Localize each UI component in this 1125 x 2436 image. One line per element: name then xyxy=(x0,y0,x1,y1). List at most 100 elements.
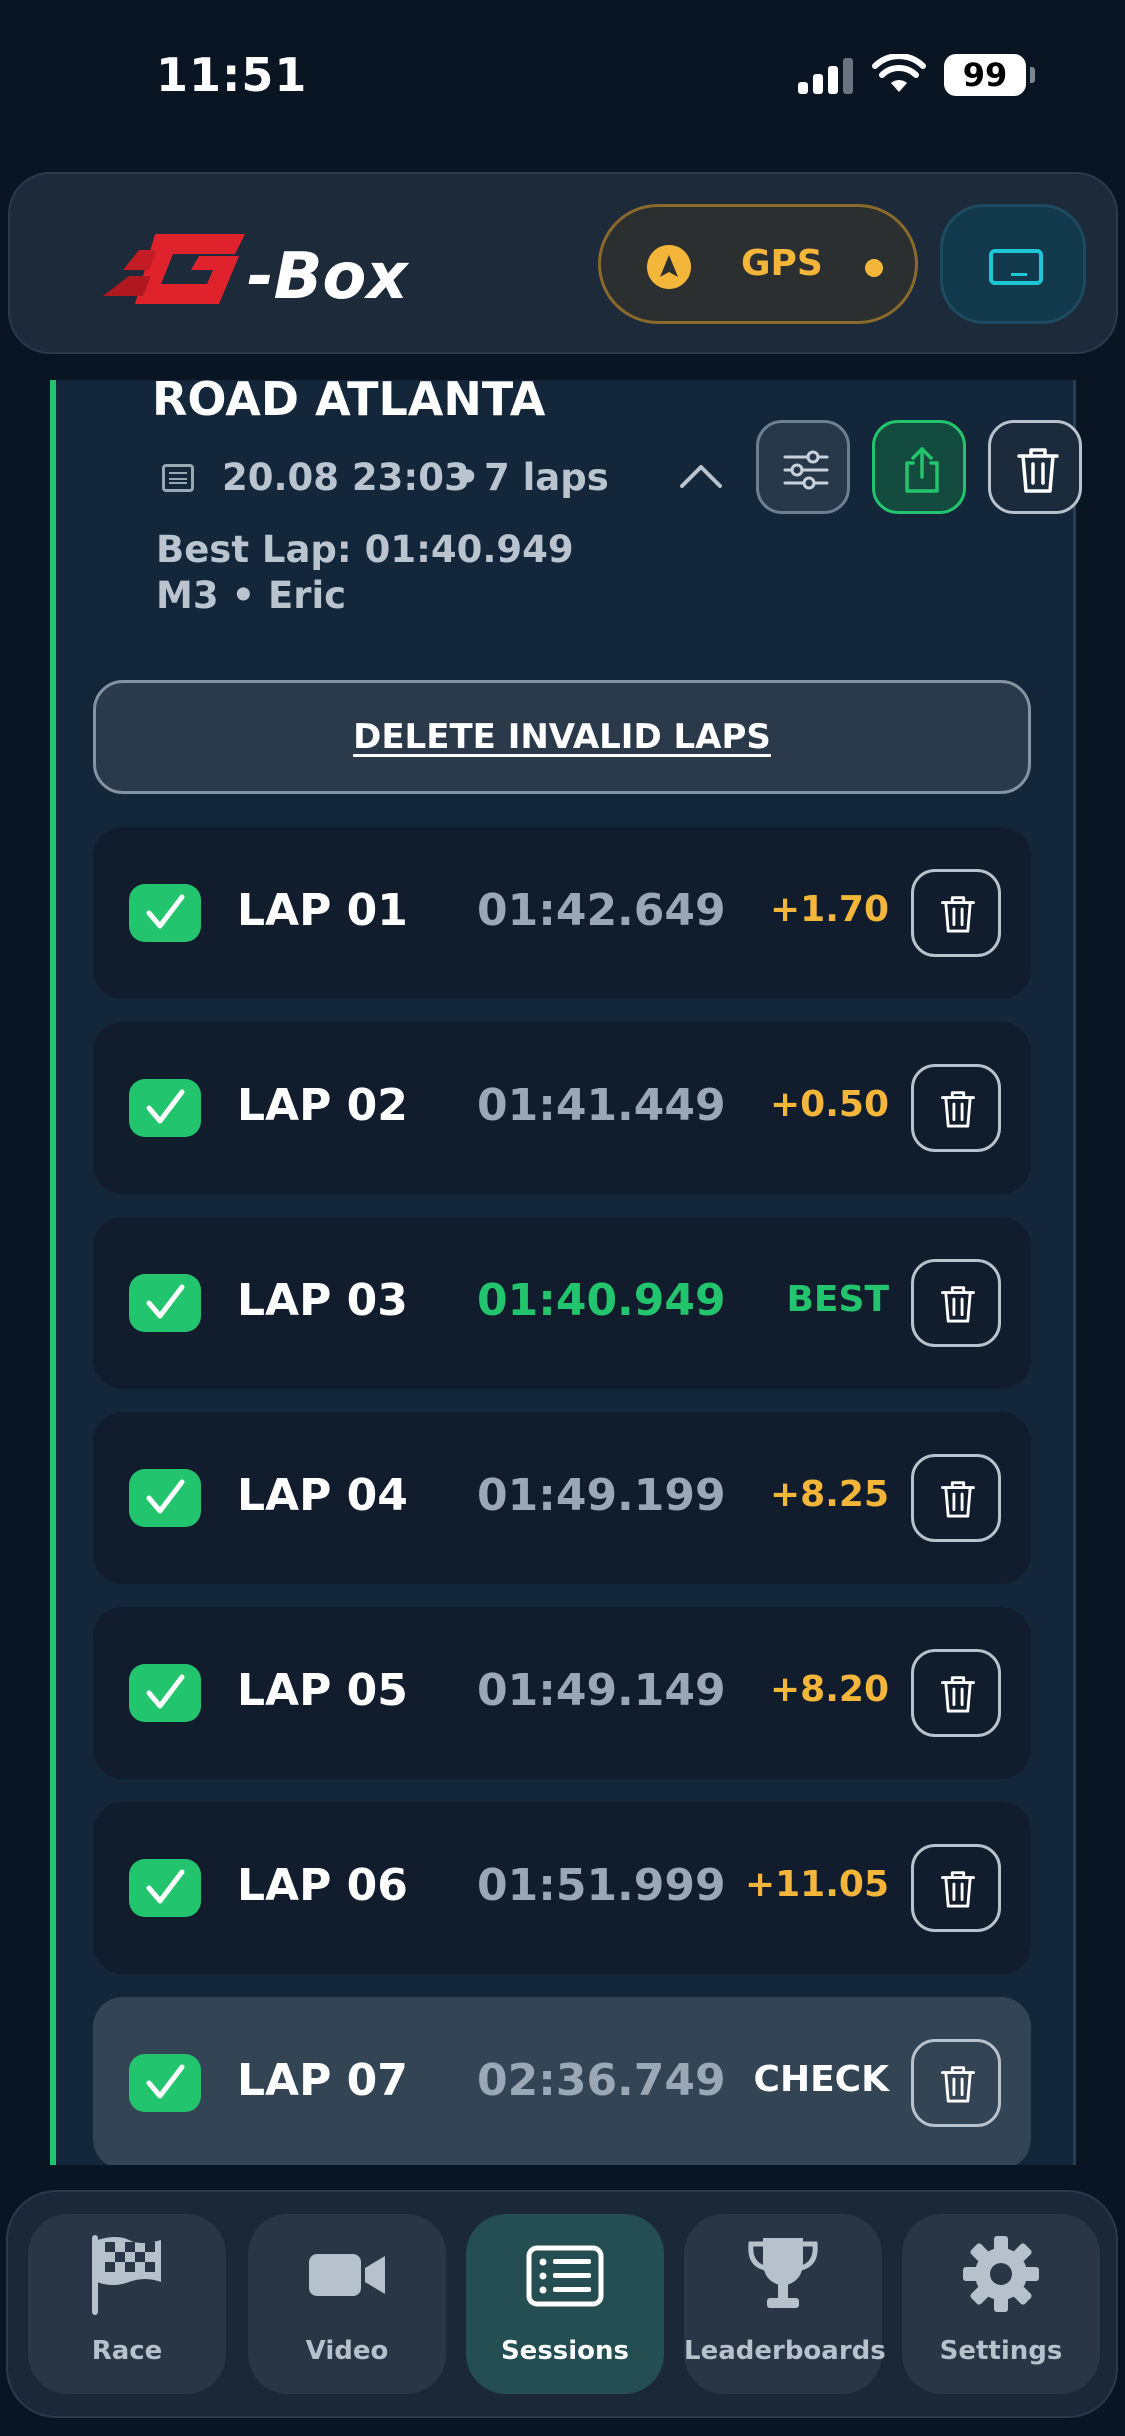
gbox-logo: -Box xyxy=(103,234,409,314)
lap-time: 01:51.999 xyxy=(477,1860,726,1911)
track-name: ROAD ATLANTA xyxy=(152,380,546,426)
lap-checkbox[interactable] xyxy=(129,1664,201,1722)
tab-race-label: Race xyxy=(91,2336,163,2366)
lap-row[interactable]: LAP 01 01:42.649 +1.70 xyxy=(93,827,1031,999)
device-button[interactable] xyxy=(940,204,1086,324)
wifi-icon xyxy=(872,54,926,92)
delete-lap-button[interactable] xyxy=(911,869,1001,957)
trophy-icon xyxy=(748,2238,818,2308)
tab-video[interactable]: Video xyxy=(248,2214,446,2394)
tab-sessions-label: Sessions xyxy=(500,2336,630,2366)
tab-race[interactable]: Race xyxy=(28,2214,226,2394)
lap-time: 01:49.149 xyxy=(477,1665,726,1716)
best-lap-badge: BEST xyxy=(786,1279,889,1320)
session-separator: • xyxy=(456,456,480,499)
chevron-up-icon[interactable] xyxy=(678,454,724,500)
checkmark-icon xyxy=(146,1479,185,1514)
tab-settings-label: Settings xyxy=(939,2336,1063,2366)
trash-icon xyxy=(941,1676,975,1713)
delete-invalid-laps-button[interactable]: DELETE INVALID LAPS xyxy=(93,680,1031,794)
lap-checkbox[interactable] xyxy=(129,1859,201,1917)
check-badge: CHECK xyxy=(753,2059,889,2100)
checkmark-icon xyxy=(146,2064,185,2099)
lap-checkbox[interactable] xyxy=(129,1469,201,1527)
lap-row-flagged[interactable]: LAP 07 02:36.749 CHECK xyxy=(93,1997,1031,2165)
tab-settings[interactable]: Settings xyxy=(902,2214,1100,2394)
gear-icon xyxy=(963,2236,1039,2312)
tab-video-label: Video xyxy=(305,2336,389,2366)
lap-row[interactable]: LAP 06 01:51.999 +11.05 xyxy=(93,1802,1031,1974)
calendar-icon xyxy=(162,464,194,492)
lap-label: LAP 03 xyxy=(237,1275,408,1326)
svg-text:-Box: -Box xyxy=(247,240,409,314)
gps-status-dot xyxy=(865,259,883,277)
navigation-arrow-icon xyxy=(647,245,691,289)
trash-icon xyxy=(941,1871,975,1908)
trash-icon xyxy=(941,2066,975,2103)
lap-checkbox[interactable] xyxy=(129,1274,201,1332)
delete-invalid-laps-label: DELETE INVALID LAPS xyxy=(353,717,771,757)
status-bar: 11:51 99 xyxy=(0,0,1125,150)
lap-label: LAP 02 xyxy=(237,1080,408,1131)
delete-lap-button[interactable] xyxy=(911,1064,1001,1152)
delete-lap-button[interactable] xyxy=(911,1454,1001,1542)
trash-icon xyxy=(1017,448,1059,493)
checkered-flag-icon xyxy=(92,2235,161,2315)
cellular-signal-icon xyxy=(798,56,856,94)
lap-label: LAP 05 xyxy=(237,1665,408,1716)
lap-label: LAP 06 xyxy=(237,1860,408,1911)
lap-row[interactable]: LAP 05 01:49.149 +8.20 xyxy=(93,1607,1031,1779)
checkmark-icon xyxy=(146,1089,185,1124)
lap-row[interactable]: LAP 02 01:41.449 +0.50 xyxy=(93,1022,1031,1194)
delete-lap-button[interactable] xyxy=(911,2039,1001,2127)
lap-time: 01:49.199 xyxy=(477,1470,726,1521)
checkmark-icon xyxy=(146,894,185,929)
session-lap-count: 7 laps xyxy=(484,456,609,499)
list-icon xyxy=(526,2245,604,2307)
lap-row-best[interactable]: LAP 03 01:40.949 BEST xyxy=(93,1217,1031,1389)
bottom-navigation: Race Video Sessions Leaderboards Setting… xyxy=(6,2190,1118,2418)
video-camera-icon xyxy=(309,2254,385,2296)
delete-lap-button[interactable] xyxy=(911,1259,1001,1347)
checkmark-icon xyxy=(146,1674,185,1709)
car-driver-text: M3 • Eric xyxy=(156,574,347,617)
delete-lap-button[interactable] xyxy=(911,1649,1001,1737)
lap-label: LAP 04 xyxy=(237,1470,408,1521)
tab-sessions[interactable]: Sessions xyxy=(466,2214,664,2394)
lap-delta: +11.05 xyxy=(744,1864,889,1905)
tab-leaderboards-label: Leaderboards xyxy=(684,2336,886,2366)
sliders-icon xyxy=(783,450,829,490)
lap-delta: +8.20 xyxy=(770,1669,889,1710)
lap-delta: +8.25 xyxy=(770,1474,889,1515)
checkmark-icon xyxy=(146,1869,185,1904)
battery-tip xyxy=(1030,67,1035,83)
gps-label: GPS xyxy=(741,243,823,284)
lap-label: LAP 01 xyxy=(237,885,408,936)
gps-status-button[interactable]: GPS xyxy=(598,204,918,324)
checkmark-icon xyxy=(146,1284,185,1319)
lap-row[interactable]: LAP 04 01:49.199 +8.25 xyxy=(93,1412,1031,1584)
best-lap-text: Best Lap: 01:40.949 xyxy=(156,528,574,571)
lap-time: 01:40.949 xyxy=(477,1275,726,1326)
delete-session-button[interactable] xyxy=(988,420,1082,514)
lap-checkbox[interactable] xyxy=(129,884,201,942)
delete-lap-button[interactable] xyxy=(911,1844,1001,1932)
app-header: -Box GPS xyxy=(8,172,1118,354)
tab-leaderboards[interactable]: Leaderboards xyxy=(684,2214,886,2394)
battery-indicator: 99 xyxy=(944,54,1026,96)
lap-checkbox[interactable] xyxy=(129,2054,201,2112)
trash-icon xyxy=(941,1481,975,1518)
filter-button[interactable] xyxy=(756,420,850,514)
lap-time: 01:41.449 xyxy=(477,1080,726,1131)
trash-icon xyxy=(941,1091,975,1128)
lap-checkbox[interactable] xyxy=(129,1079,201,1137)
lap-delta: +0.50 xyxy=(770,1084,889,1125)
share-button[interactable] xyxy=(872,420,966,514)
device-icon xyxy=(989,249,1043,285)
lap-time: 01:42.649 xyxy=(477,885,726,936)
session-date: 20.08 23:03 xyxy=(222,456,470,499)
status-time: 11:51 xyxy=(156,48,308,102)
trash-icon xyxy=(941,1286,975,1323)
trash-icon xyxy=(941,896,975,933)
share-icon xyxy=(905,447,939,493)
